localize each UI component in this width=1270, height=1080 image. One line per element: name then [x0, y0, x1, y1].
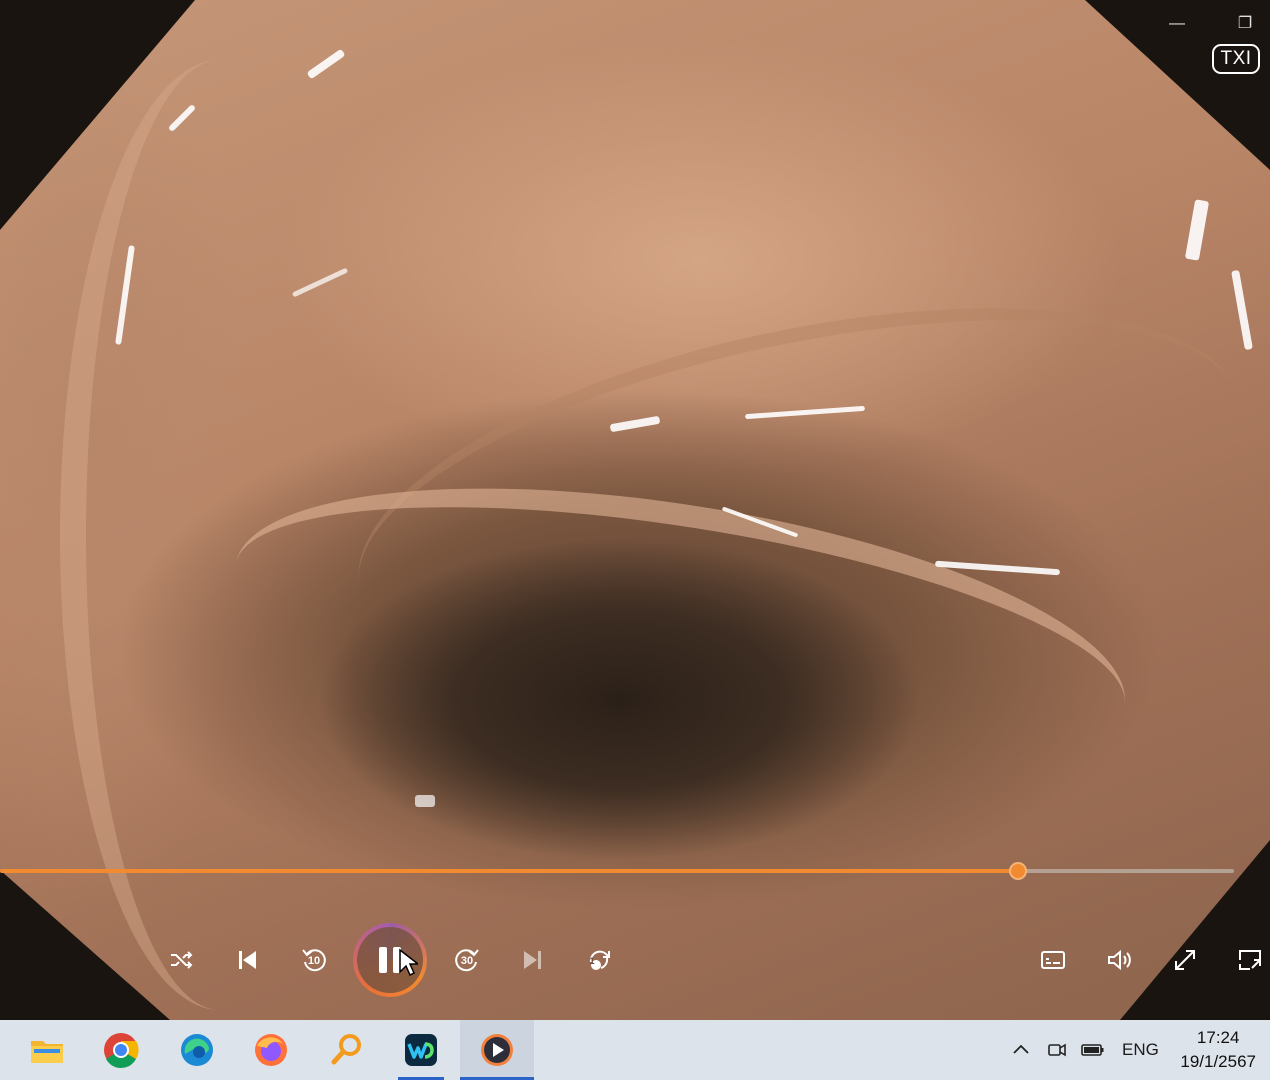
system-clock[interactable]: 17:24 19/1/2567	[1180, 1026, 1256, 1074]
light-reflection	[306, 48, 346, 80]
next-button[interactable]	[515, 942, 551, 978]
title-bar: — ❐	[0, 0, 1270, 48]
skip-forward-button[interactable]: 30	[449, 942, 485, 978]
mini-player-icon	[1239, 950, 1261, 970]
webex-icon	[405, 1034, 437, 1066]
taskbar-edge[interactable]	[160, 1020, 234, 1080]
previous-button[interactable]	[229, 942, 265, 978]
battery-icon[interactable]	[1080, 1039, 1106, 1061]
show-hidden-icons-chevron-icon[interactable]	[1010, 1039, 1032, 1061]
firefox-icon	[255, 1034, 287, 1066]
system-tray: ENG	[1010, 1020, 1159, 1080]
media-player-icon	[481, 1034, 513, 1066]
taskbar-search-app[interactable]	[310, 1020, 384, 1080]
folder-icon	[31, 1041, 63, 1063]
fullscreen-button[interactable]	[1167, 942, 1203, 978]
volume-icon	[1108, 949, 1131, 971]
previous-icon	[239, 951, 256, 969]
taskbar-file-explorer[interactable]	[10, 1020, 84, 1080]
clock-time: 17:24	[1196, 1028, 1240, 1047]
skip-back-button[interactable]: 10	[296, 942, 332, 978]
subtitles-button[interactable]	[1035, 942, 1071, 978]
light-reflection	[1231, 269, 1253, 351]
edge-icon	[181, 1034, 213, 1066]
playback-controls: 10 30 1	[0, 920, 1270, 1000]
light-reflection	[415, 795, 435, 807]
media-player-window: — ❐ TXI 10 30 1	[0, 0, 1270, 1020]
seek-progress	[0, 869, 1018, 873]
skip-forward-label: 30	[460, 955, 474, 967]
windows-taskbar: ENG 17:24 19/1/2567	[0, 1020, 1270, 1080]
mouse-cursor-icon	[399, 948, 418, 976]
minimize-button[interactable]: —	[1165, 12, 1189, 36]
taskbar-firefox[interactable]	[234, 1020, 308, 1080]
taskbar-chrome[interactable]	[84, 1020, 158, 1080]
seek-bar[interactable]	[0, 860, 1270, 882]
volume-button[interactable]	[1101, 942, 1137, 978]
seek-track[interactable]	[0, 862, 1234, 880]
skip-back-label: 10	[307, 955, 321, 967]
subtitles-icon	[1041, 951, 1065, 969]
taskbar-media-player[interactable]	[460, 1020, 534, 1080]
meet-now-icon[interactable]	[1046, 1039, 1068, 1061]
chrome-icon	[104, 1033, 139, 1068]
repeat-button[interactable]: 1	[581, 942, 617, 978]
repeat-one-badge: 1	[589, 956, 595, 966]
shuffle-icon	[171, 951, 193, 969]
light-reflection	[1184, 199, 1210, 261]
txi-mode-badge: TXI	[1212, 44, 1260, 74]
fullscreen-icon	[1175, 950, 1195, 970]
restore-button[interactable]: ❐	[1233, 12, 1257, 36]
seek-thumb[interactable]	[1009, 862, 1027, 880]
mini-player-button[interactable]	[1232, 942, 1268, 978]
input-language-indicator[interactable]: ENG	[1122, 1040, 1159, 1060]
clock-date: 19/1/2567	[1180, 1052, 1256, 1071]
taskbar-webex[interactable]	[384, 1020, 458, 1080]
magnifier-icon	[331, 1034, 361, 1065]
next-icon	[524, 951, 541, 969]
shuffle-button[interactable]	[163, 942, 199, 978]
